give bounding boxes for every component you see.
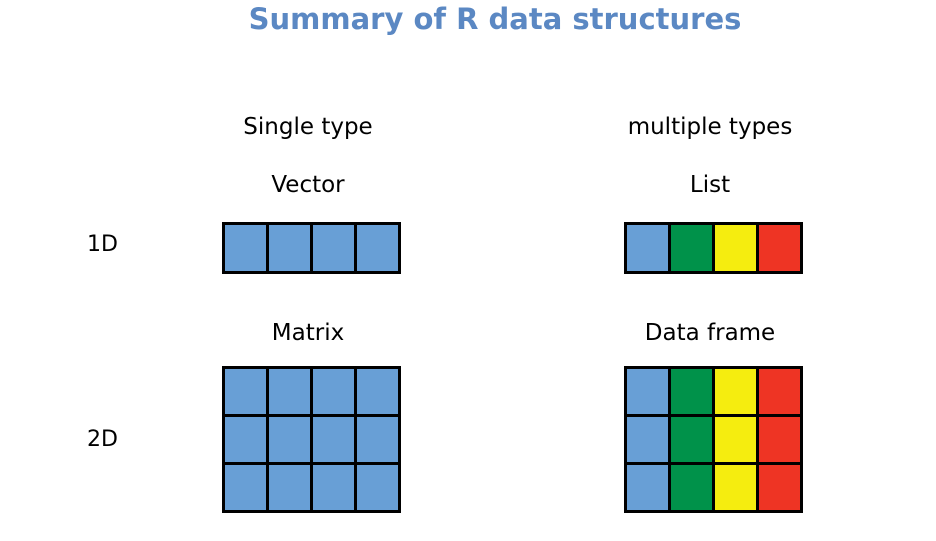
blue-cell <box>269 369 310 414</box>
green-cell <box>671 225 712 271</box>
red-cell <box>759 465 800 510</box>
diagram-title: Summary of R data structures <box>248 2 742 36</box>
data-frame-label: Data frame <box>644 320 776 346</box>
blue-cell <box>627 465 668 510</box>
blue-cell <box>313 369 354 414</box>
green-cell <box>671 369 712 414</box>
blue-cell <box>225 225 266 271</box>
list-grid <box>624 222 803 274</box>
blue-cell <box>313 465 354 510</box>
blue-cell <box>357 417 398 462</box>
blue-cell <box>357 465 398 510</box>
row-label-2d: 2D <box>87 427 118 452</box>
blue-cell <box>269 465 310 510</box>
vector-grid <box>222 222 401 274</box>
data-frame-grid <box>624 366 803 513</box>
blue-cell <box>225 465 266 510</box>
list-label: List <box>689 172 731 198</box>
blue-cell <box>357 225 398 271</box>
red-cell <box>759 417 800 462</box>
blue-cell <box>313 417 354 462</box>
yellow-cell <box>715 465 756 510</box>
row-label-1d: 1D <box>87 232 118 257</box>
yellow-cell <box>715 369 756 414</box>
red-cell <box>759 225 800 271</box>
blue-cell <box>313 225 354 271</box>
blue-cell <box>627 225 668 271</box>
blue-cell <box>627 369 668 414</box>
green-cell <box>671 417 712 462</box>
blue-cell <box>269 225 310 271</box>
green-cell <box>671 465 712 510</box>
yellow-cell <box>715 225 756 271</box>
blue-cell <box>225 369 266 414</box>
vector-label: Vector <box>271 172 345 198</box>
red-cell <box>759 369 800 414</box>
column-header-multiple-types: multiple types <box>627 114 793 140</box>
column-header-single-type: Single type <box>243 114 373 140</box>
blue-cell <box>627 417 668 462</box>
matrix-grid <box>222 366 401 513</box>
blue-cell <box>269 417 310 462</box>
blue-cell <box>357 369 398 414</box>
matrix-label: Matrix <box>271 320 345 346</box>
blue-cell <box>225 417 266 462</box>
yellow-cell <box>715 417 756 462</box>
